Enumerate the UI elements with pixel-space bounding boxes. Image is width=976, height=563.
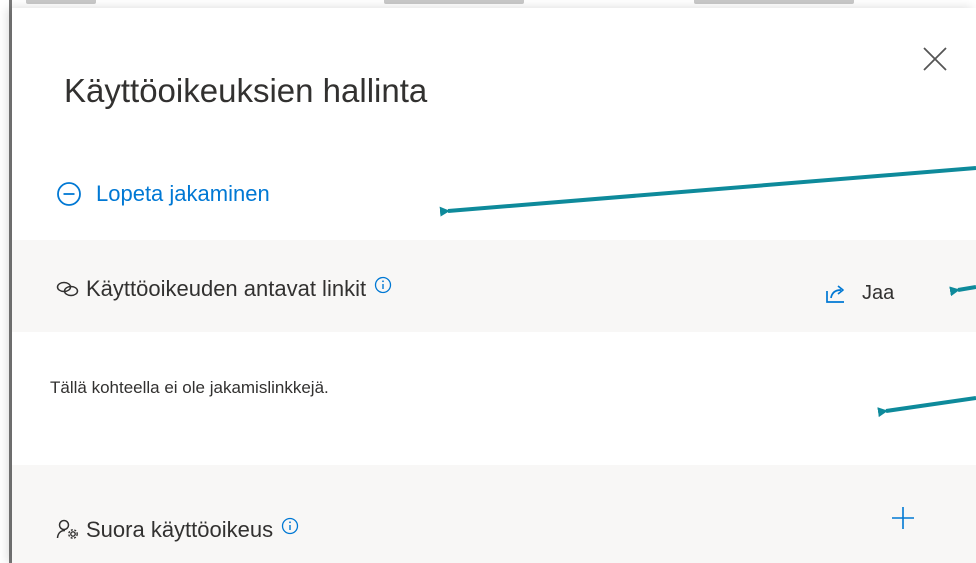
- close-button[interactable]: [920, 44, 950, 74]
- background-page-fragment: [12, 0, 976, 8]
- share-button[interactable]: Jaa: [824, 282, 894, 305]
- person-settings-icon: [56, 519, 78, 539]
- direct-access-header: Suora käyttöoikeus: [56, 517, 299, 543]
- manage-access-panel: Käyttöoikeuksien hallinta Lopeta jakamin…: [12, 8, 976, 563]
- plus-icon: [892, 507, 914, 529]
- sharing-links-title: Käyttöoikeuden antavat linkit: [86, 276, 367, 301]
- share-button-label: Jaa: [862, 282, 895, 304]
- direct-access-title: Suora käyttöoikeus: [86, 517, 274, 542]
- panel-title: Käyttöoikeuksien hallinta: [64, 72, 428, 109]
- stop-sharing-label: Lopeta jakaminen: [96, 181, 270, 206]
- sharing-links-section: Käyttöoikeuden antavat linkit Jaa: [12, 240, 976, 332]
- direct-access-section: Suora käyttöoikeus: [12, 465, 976, 563]
- link-icon: [56, 281, 79, 297]
- info-icon[interactable]: [281, 517, 299, 535]
- minus-circle-icon: [57, 182, 81, 206]
- stop-sharing-button[interactable]: Lopeta jakaminen: [56, 181, 270, 207]
- share-icon: [826, 284, 844, 303]
- sharing-links-header: Käyttöoikeuden antavat linkit: [56, 276, 392, 302]
- info-icon[interactable]: [374, 276, 392, 294]
- no-sharing-links-message: Tällä kohteella ei ole jakamislinkkejä.: [50, 378, 329, 397]
- close-icon: [923, 47, 947, 71]
- add-direct-access-button[interactable]: [888, 503, 918, 533]
- screen: Käyttöoikeuksien hallinta Lopeta jakamin…: [0, 0, 976, 563]
